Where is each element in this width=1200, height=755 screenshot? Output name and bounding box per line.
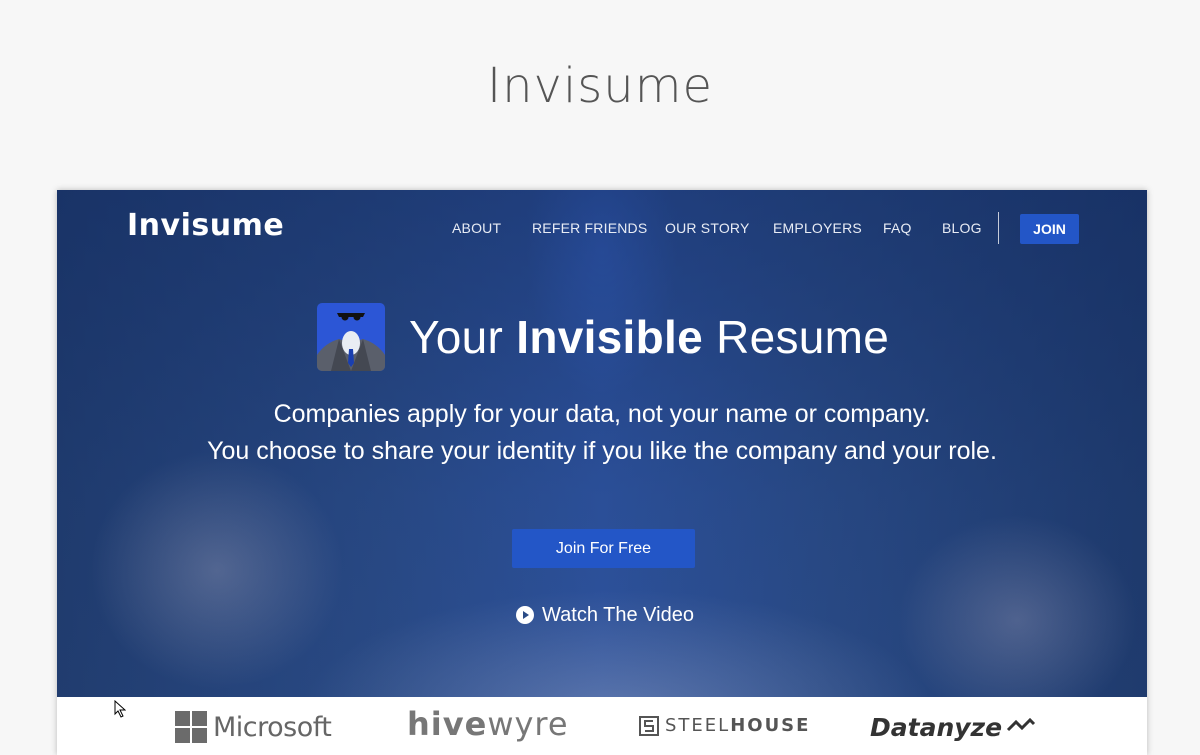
steelhouse-logo-text: STEELHOUSE (665, 715, 810, 736)
hivewyre-rest: wyre (487, 705, 569, 743)
hivewyre-bold: hive (407, 705, 488, 743)
trend-line-icon (1006, 717, 1036, 738)
headline-suffix: Resume (703, 311, 890, 363)
nav-faq[interactable]: FAQ (883, 220, 912, 236)
hero-headline: Your Invisible Resume (409, 310, 889, 364)
play-circle-icon (516, 606, 534, 624)
steelhouse-logo: STEELHOUSE (639, 715, 810, 736)
datanyze-logo: Datanyze (870, 713, 1036, 742)
nav-refer-friends[interactable]: REFER FRIENDS (532, 220, 647, 236)
website-screenshot: Invisume ABOUT REFER FRIENDS OUR STORY E… (57, 190, 1147, 755)
hivewyre-logo: hivewyre (407, 705, 569, 743)
hero-section: Invisume ABOUT REFER FRIENDS OUR STORY E… (57, 190, 1147, 697)
hero-subtitle-line-1: Companies apply for your data, not your … (273, 400, 931, 428)
join-button[interactable]: JOIN (1020, 214, 1079, 244)
nav-our-story[interactable]: OUR STORY (665, 220, 750, 236)
main-nav: ABOUT REFER FRIENDS OUR STORY EMPLOYERS … (57, 212, 1147, 244)
nav-divider (998, 212, 999, 244)
client-logos-bar: Microsoft hivewyre STEELHOUSE Datanyze (57, 697, 1147, 755)
microsoft-grid-icon (175, 711, 207, 743)
nav-blog[interactable]: BLOG (942, 220, 982, 236)
datanyze-logo-text: Datanyze (870, 713, 1003, 742)
nav-about[interactable]: ABOUT (452, 220, 501, 236)
mouse-pointer-icon (114, 699, 127, 718)
steelhouse-bold: HOUSE (730, 715, 811, 736)
headline-prefix: Your (409, 311, 517, 363)
hivewyre-logo-text: hivewyre (407, 705, 569, 743)
microsoft-logo-text: Microsoft (213, 711, 332, 743)
steelhouse-s-icon (639, 715, 659, 736)
watch-video-link[interactable]: Watch The Video (516, 603, 694, 627)
microsoft-logo: Microsoft (175, 711, 332, 743)
nav-employers[interactable]: EMPLOYERS (773, 220, 862, 236)
headline-bold: Invisible (516, 311, 704, 363)
hero-subtitle-line-2: You choose to share your identity if you… (207, 437, 997, 465)
page-title: Invisume (486, 58, 714, 114)
steelhouse-light: STEEL (665, 715, 731, 736)
invisible-man-icon (317, 303, 385, 371)
join-for-free-button[interactable]: Join For Free (512, 529, 695, 568)
watch-video-label: Watch The Video (542, 603, 694, 626)
